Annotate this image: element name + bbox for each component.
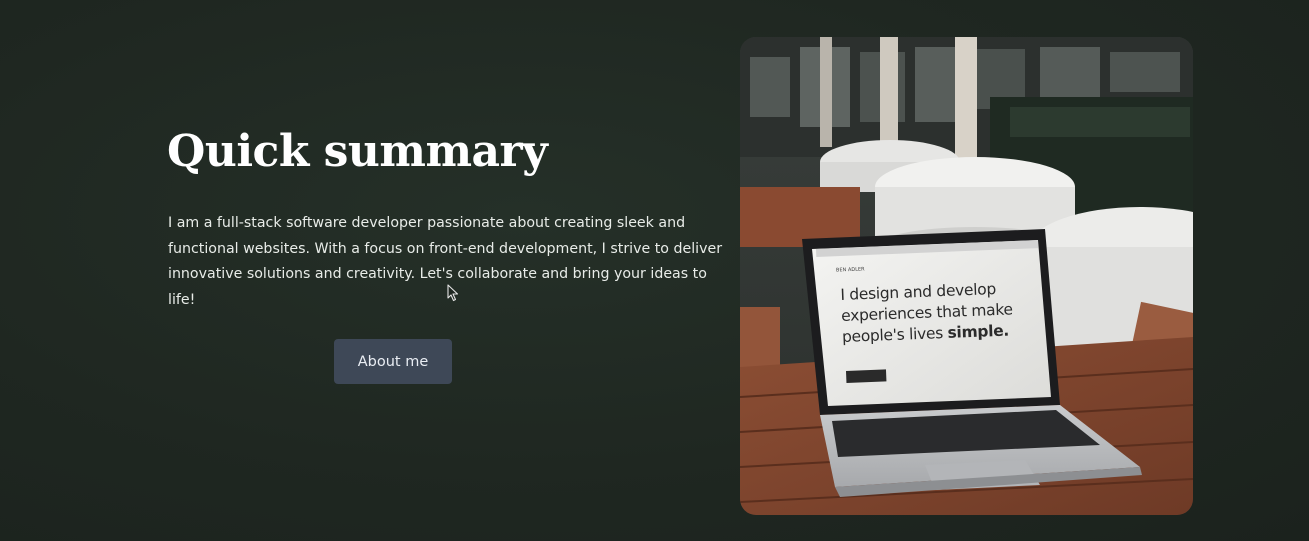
screen-line-2: experiences that make [840,300,1013,325]
screen-emphasis: simple. [947,321,1010,342]
screen-brand: BEN ADLER [835,266,865,274]
mouse-pointer-icon [447,284,459,302]
about-me-button[interactable]: About me [334,339,452,384]
laptop-screen-text: I design and develop experiences that ma… [840,278,1027,348]
screen-line-1: I design and develop [840,280,997,304]
quick-summary-section: Quick summary I am a full-stack software… [0,0,1309,541]
laptop-cafe-photo: I design and develop experiences that ma… [740,37,1193,515]
screen-line-3: people's lives [841,324,944,346]
section-heading: Quick summary [167,126,548,177]
